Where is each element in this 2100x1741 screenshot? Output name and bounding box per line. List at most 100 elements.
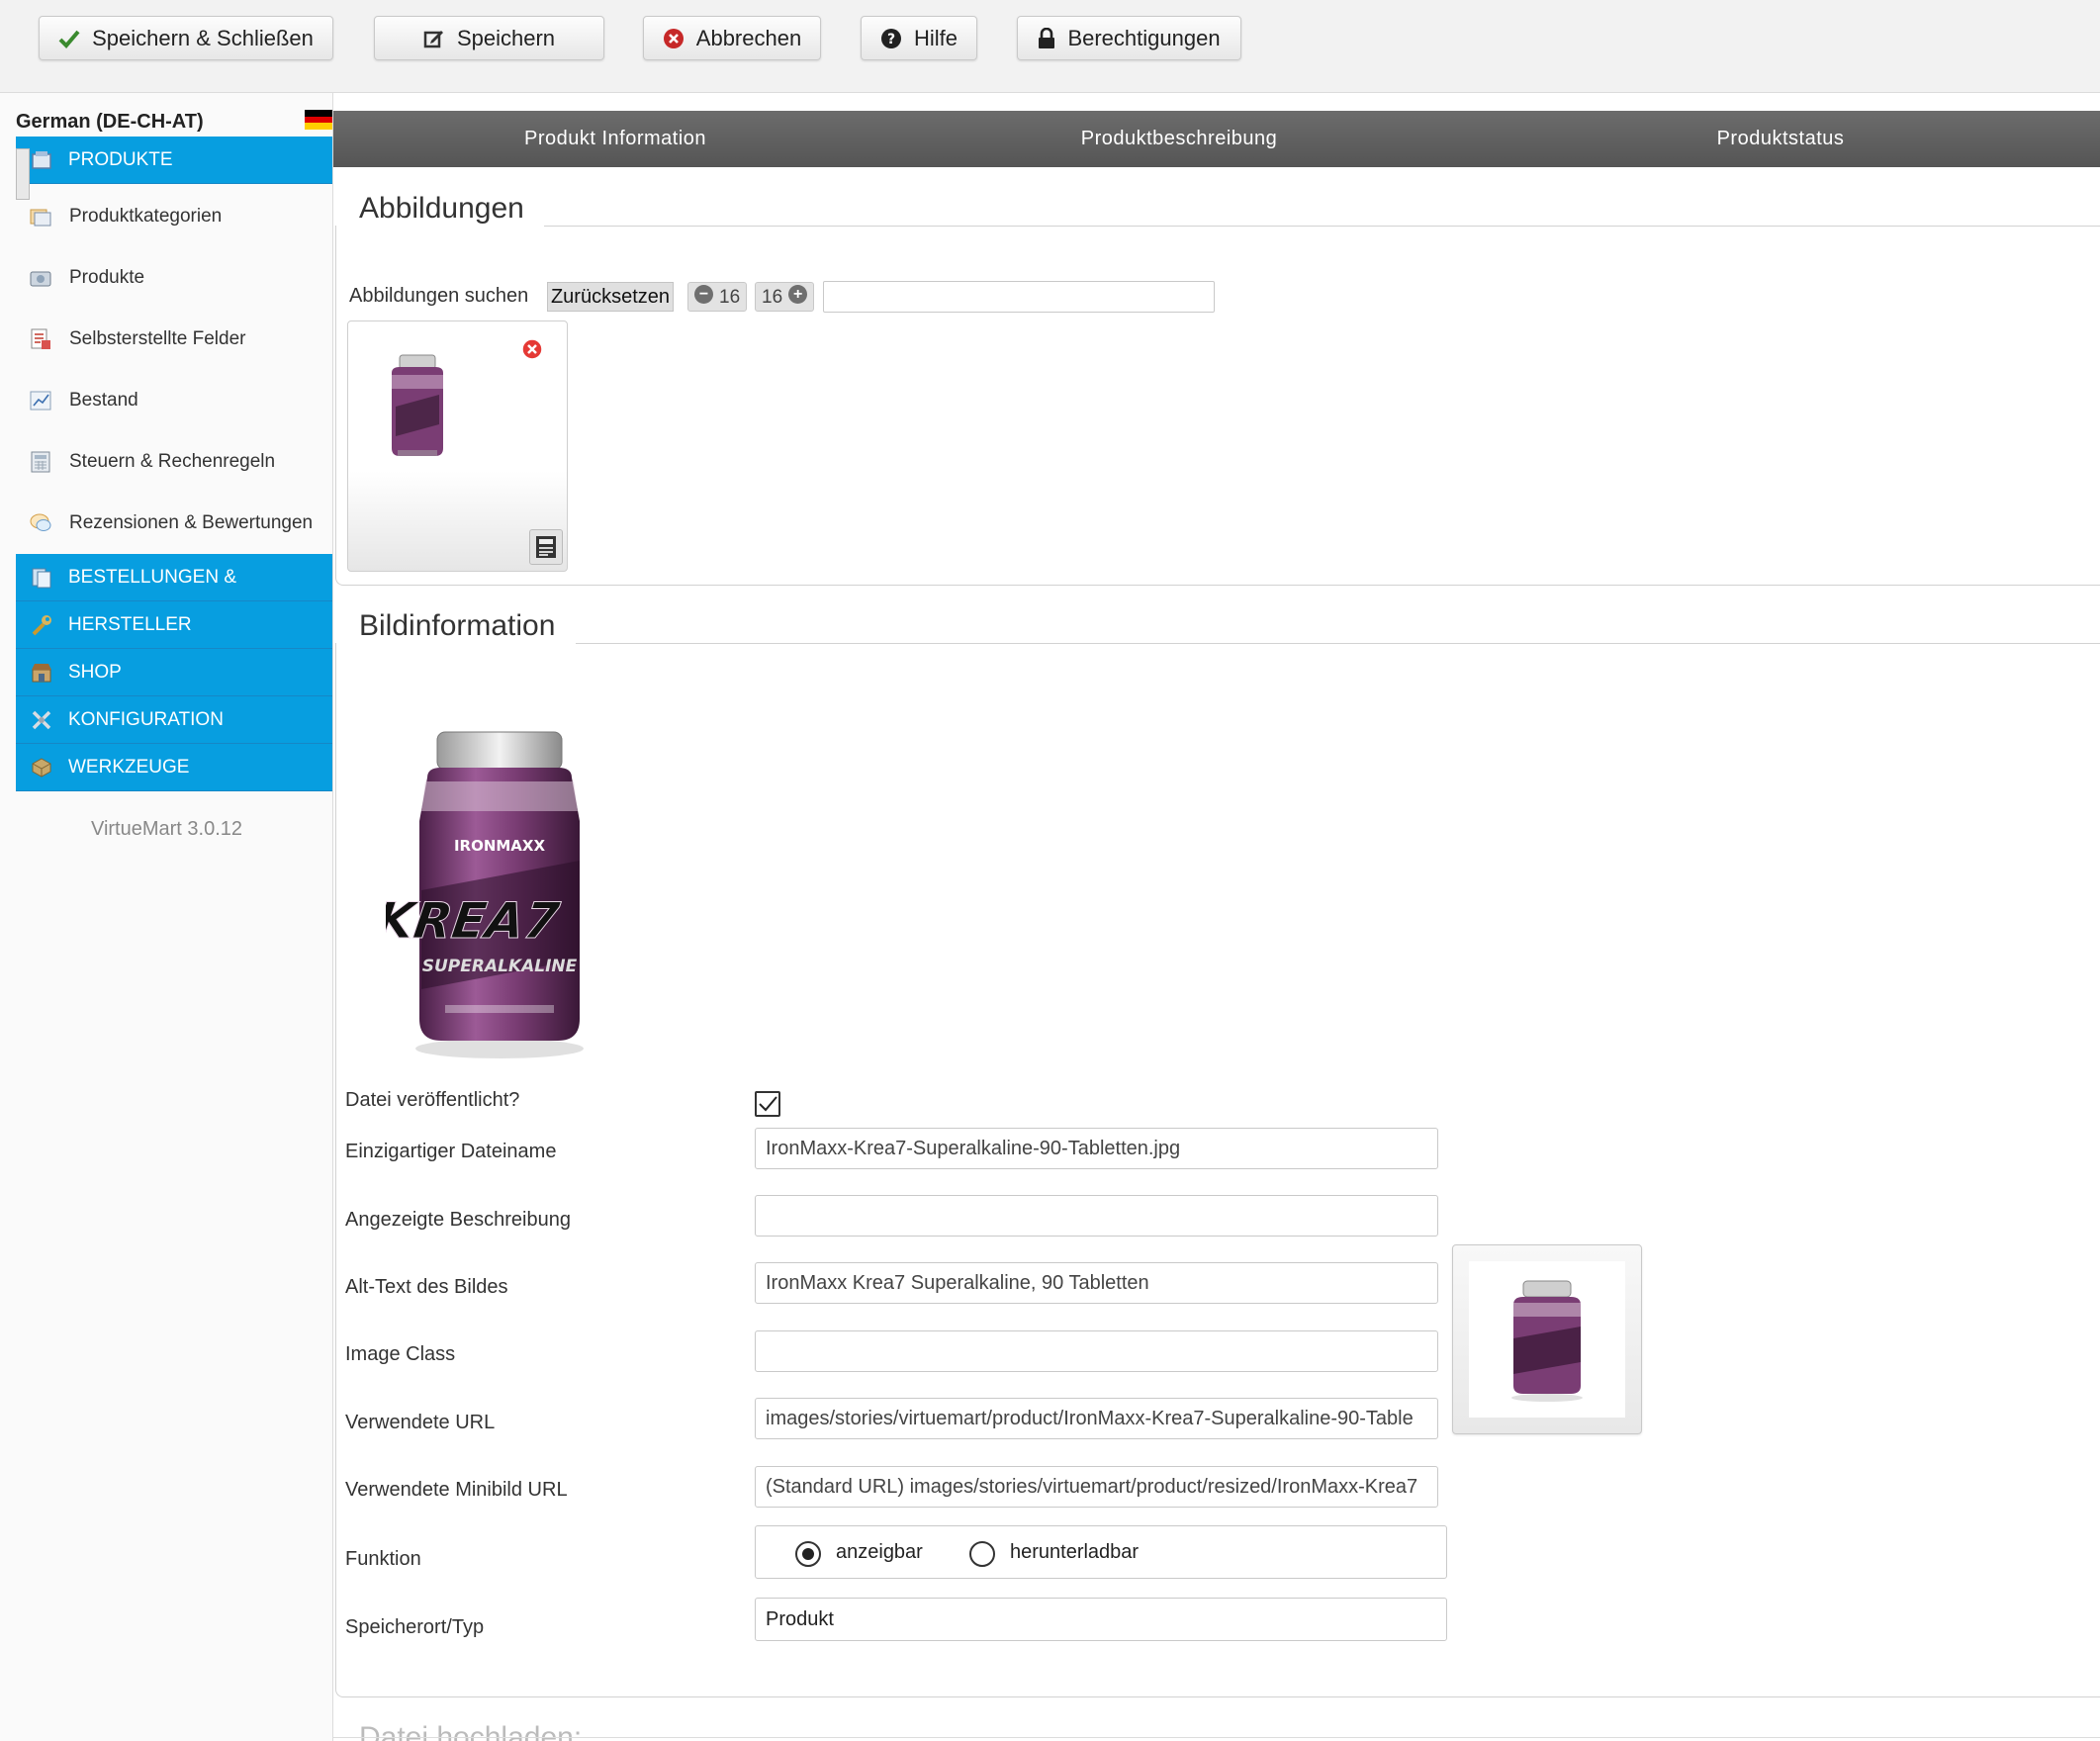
permissions-button[interactable]: Berechtigungen [1017, 16, 1241, 60]
permissions-label: Berechtigungen [1067, 25, 1221, 50]
language-label: German (DE-CH-AT) [16, 111, 204, 133]
edit-icon [423, 28, 445, 49]
menu-section-label: HERSTELLER [68, 613, 192, 635]
description-label: Angezeigte Beschreibung [345, 1209, 571, 1231]
fieldset-border [343, 1696, 2100, 1697]
image-thumbnail-card[interactable] [347, 321, 568, 572]
sidebar-item-label: Selbsterstellte Felder [69, 328, 246, 349]
checkmark-icon [759, 1096, 777, 1112]
function-radio-group: anzeigbar herunterladbar [755, 1525, 1447, 1579]
custom-fields-icon [29, 327, 52, 351]
fieldset-border [343, 585, 2100, 586]
tools-icon [30, 756, 53, 779]
sidebar-item-stock[interactable]: Bestand [16, 370, 332, 431]
reviews-icon [29, 511, 52, 535]
product-preview-image [1511, 1280, 1583, 1402]
orders-icon [30, 566, 53, 590]
menu-section-tools[interactable]: WERKZEUGE [16, 744, 332, 791]
published-checkbox[interactable] [755, 1091, 780, 1117]
url-label: Verwendete URL [345, 1412, 496, 1433]
menu-section-manufacturer[interactable]: HERSTELLER [16, 601, 332, 649]
image-search-label: Abbildungen suchen [349, 285, 529, 307]
tax-calculator-icon [29, 450, 52, 474]
image-info-legend: Bildinformation [345, 609, 570, 643]
help-icon: ? [880, 28, 902, 49]
menu-section-label: PRODUKTE [68, 148, 173, 170]
reset-button[interactable]: Zurücksetzen [547, 282, 674, 312]
thumbnail-url-label: Verwendete Minibild URL [345, 1479, 568, 1501]
help-button[interactable]: ? Hilfe [861, 16, 977, 60]
stock-chart-icon [29, 389, 52, 412]
menu-section-shop[interactable]: SHOP [16, 649, 332, 696]
help-label: Hilfe [913, 25, 958, 50]
product-name-text: KREA7 [386, 891, 563, 950]
sidebar-item-label: Bestand [69, 390, 138, 411]
tab-bar: Produkt Information Produktbeschreibung … [333, 111, 2100, 167]
location-label: Speicherort/Typ [345, 1616, 485, 1638]
german-flag-icon [305, 110, 332, 130]
alt-text-label: Alt-Text des Bildes [345, 1276, 508, 1298]
pager-previous[interactable]: − 16 [687, 282, 748, 312]
minus-icon: − [694, 285, 713, 304]
configuration-icon [30, 708, 53, 732]
sidebar-item-custom-fields[interactable]: Selbsterstellte Felder [16, 309, 332, 370]
radio-displayable[interactable] [795, 1541, 821, 1567]
image-class-field[interactable] [755, 1330, 1438, 1372]
filename-field[interactable]: IronMaxx-Krea7-Superalkaline-90-Tablette… [755, 1128, 1438, 1169]
sidebar: German (DE-CH-AT) PRODUKTE Produktkatego… [0, 93, 333, 1741]
published-label: Datei veröffentlicht? [345, 1089, 520, 1111]
upload-legend: Datei hochladen: [359, 1721, 583, 1741]
toolbar: Speichern & Schließen Speichern Abbreche… [0, 0, 2100, 93]
tab-product-information[interactable]: Produkt Information [333, 111, 897, 167]
sidebar-item-categories[interactable]: Produktkategorien [16, 186, 332, 247]
wrench-icon [30, 613, 53, 637]
image-class-label: Image Class [345, 1343, 456, 1365]
pager-value: 16 [719, 287, 741, 308]
sidebar-item-taxes[interactable]: Steuern & Rechenregeln [16, 431, 332, 493]
radio-downloadable[interactable] [969, 1541, 995, 1567]
image-preview-thumbnail [1452, 1244, 1642, 1434]
pager-value: 16 [762, 287, 783, 308]
save-close-button[interactable]: Speichern & Schließen [39, 16, 333, 60]
save-close-label: Speichern & Schließen [92, 25, 314, 50]
tab-product-status[interactable]: Produktstatus [1461, 111, 2100, 167]
menu-section-configuration[interactable]: KONFIGURATION [16, 696, 332, 744]
menu-section-label: KONFIGURATION [68, 708, 224, 730]
location-select[interactable]: Produkt [755, 1598, 1447, 1641]
shop-icon [30, 661, 53, 685]
radio-downloadable-label: herunterladbar [1010, 1541, 1140, 1563]
thumbnail-url-field[interactable]: (Standard URL) images/stories/virtuemart… [755, 1466, 1438, 1508]
menu-section-label: BESTELLUNGEN & [68, 566, 236, 588]
sidebar-item-label: Rezensionen & Bewertungen [69, 512, 314, 533]
url-field[interactable]: images/stories/virtuemart/product/IronMa… [755, 1398, 1438, 1439]
menu-section-label: SHOP [68, 661, 122, 683]
plus-icon: + [788, 285, 808, 304]
categories-icon [29, 205, 52, 229]
svg-text:?: ? [887, 32, 895, 47]
menu-section-orders[interactable]: BESTELLUNGEN & [16, 554, 332, 601]
cancel-label: Abbrechen [695, 25, 802, 50]
images-legend: Abbildungen [345, 192, 538, 226]
checkmark-icon [58, 29, 80, 48]
tab-product-description[interactable]: Produktbeschreibung [897, 111, 1461, 167]
image-details-icon[interactable] [529, 529, 563, 565]
product-brand-text: IRONMAXX [454, 837, 546, 855]
save-label: Speichern [456, 25, 556, 50]
pager-next[interactable]: 16 + [755, 282, 815, 312]
sidebar-item-reviews[interactable]: Rezensionen & Bewertungen [16, 493, 332, 554]
remove-image-icon[interactable] [521, 338, 543, 365]
sidebar-item-label: Steuern & Rechenregeln [69, 451, 276, 472]
images-fieldset [335, 226, 2100, 586]
save-button[interactable]: Speichern [374, 16, 604, 60]
sidebar-item-label: Produkte [69, 267, 145, 288]
function-label: Funktion [345, 1548, 421, 1570]
menu-section-products[interactable]: PRODUKTE [16, 137, 332, 184]
product-subname-text: SUPERALKALINE [422, 957, 578, 976]
page-bottom-border [333, 1737, 2100, 1738]
sidebar-item-products[interactable]: Produkte [16, 247, 332, 309]
cancel-button[interactable]: Abbrechen [643, 16, 821, 60]
description-field[interactable] [755, 1195, 1438, 1237]
version-label: VirtueMart 3.0.12 [90, 818, 243, 840]
image-search-input[interactable] [823, 281, 1215, 313]
alt-text-field[interactable]: IronMaxx Krea7 Superalkaline, 90 Tablett… [755, 1262, 1438, 1304]
